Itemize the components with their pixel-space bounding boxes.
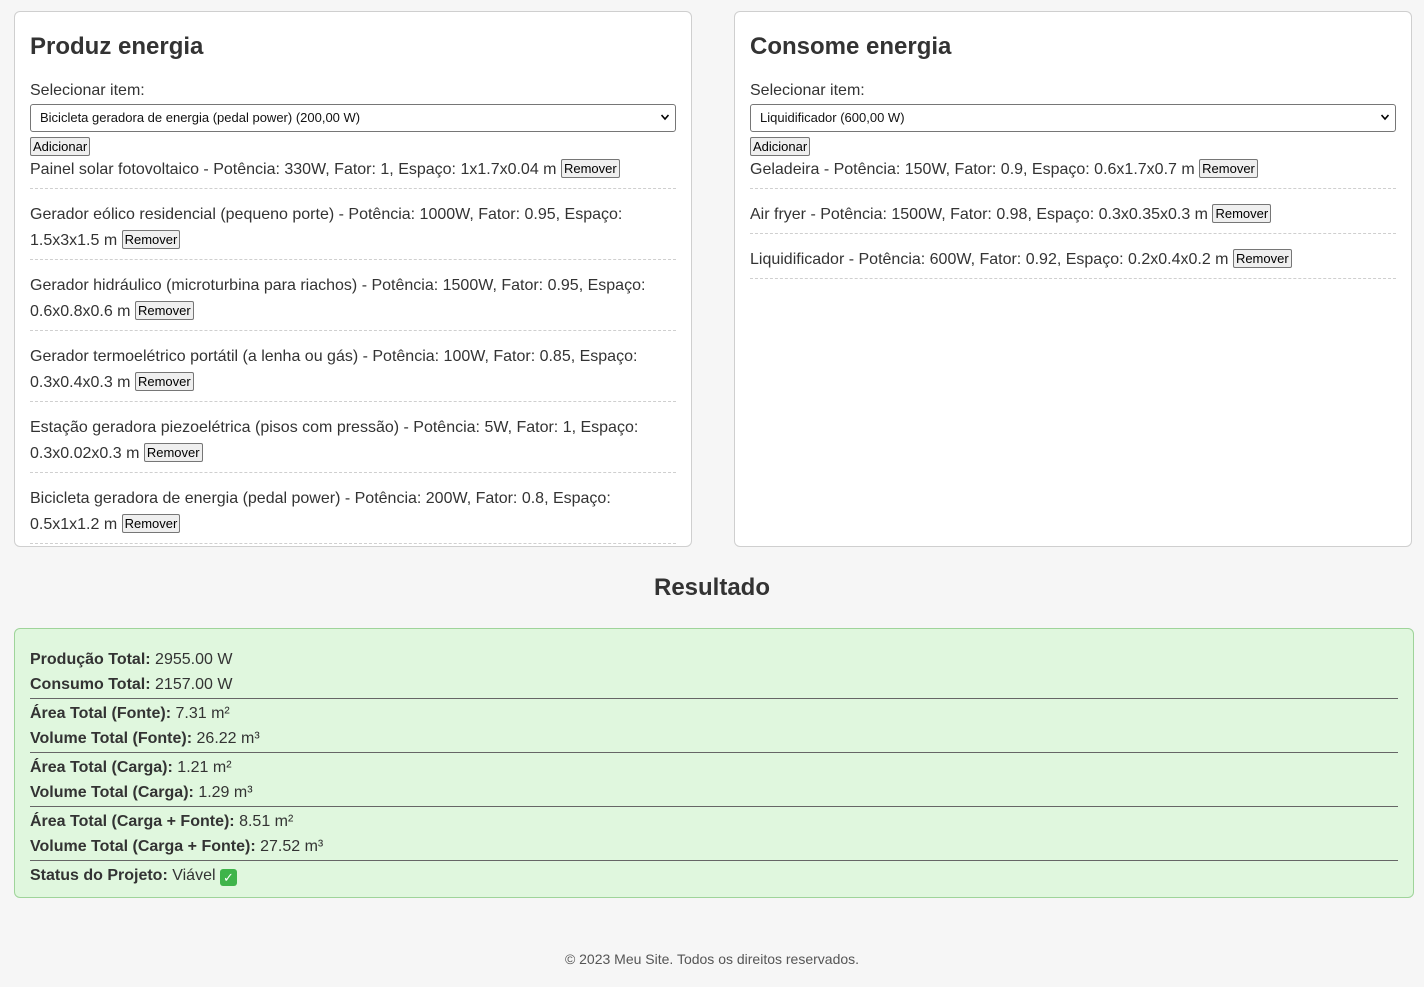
remove-button[interactable]: Remover bbox=[560, 159, 620, 179]
produz-select-label: Selecionar item: bbox=[30, 82, 145, 99]
area-fonte-label: Área Total (Fonte): bbox=[30, 705, 172, 722]
remove-button[interactable]: Remover bbox=[121, 230, 181, 250]
check-mark-icon: ✓ bbox=[219, 869, 237, 886]
area-total-line: Área Total (Carga + Fonte): 8.51 m² bbox=[30, 809, 1398, 834]
volume-fonte-line: Volume Total (Fonte): 26.22 m³ bbox=[30, 726, 1398, 751]
divider bbox=[30, 806, 1398, 807]
area-carga-value: 1.21 m² bbox=[177, 759, 232, 776]
consumo-total-value: 2157.00 W bbox=[155, 676, 233, 693]
list-item: Liquidificador - Potência: 600W, Fator: … bbox=[750, 244, 1396, 279]
area-carga-label: Área Total (Carga): bbox=[30, 759, 173, 776]
volume-fonte-label: Volume Total (Fonte): bbox=[30, 730, 193, 747]
item-description: Gerador termoelétrico portátil (a lenha … bbox=[30, 348, 638, 391]
divider bbox=[30, 752, 1398, 753]
remove-button[interactable]: Remover bbox=[1212, 204, 1272, 224]
area-total-value: 8.51 m² bbox=[239, 813, 294, 830]
list-item: Gerador termoelétrico portátil (a lenha … bbox=[30, 341, 676, 402]
volume-total-label: Volume Total (Carga + Fonte): bbox=[30, 838, 256, 855]
volume-carga-line: Volume Total (Carga): 1.29 m³ bbox=[30, 780, 1398, 805]
item-description: Gerador hidráulico (microturbina para ri… bbox=[30, 277, 646, 320]
chevron-down-icon bbox=[1381, 114, 1389, 121]
list-item: Gerador eólico residencial (pequeno port… bbox=[30, 199, 676, 260]
item-description: Painel solar fotovoltaico - Potência: 33… bbox=[30, 161, 557, 178]
item-description: Gerador eólico residencial (pequeno port… bbox=[30, 206, 623, 249]
produz-item-select[interactable]: Bicicleta geradora de energia (pedal pow… bbox=[30, 104, 676, 132]
status-value: Viável bbox=[172, 867, 216, 884]
volume-total-value: 27.52 m³ bbox=[260, 838, 324, 855]
volume-fonte-value: 26.22 m³ bbox=[196, 730, 260, 747]
item-description: Estação geradora piezoelétrica (pisos co… bbox=[30, 419, 639, 462]
consome-item-list: Geladeira - Potência: 150W, Fator: 0.9, … bbox=[750, 157, 1396, 279]
remove-button[interactable]: Remover bbox=[134, 301, 194, 321]
producao-total-value: 2955.00 W bbox=[155, 651, 233, 668]
consome-select-label: Selecionar item: bbox=[750, 82, 865, 99]
consumo-total-label: Consumo Total: bbox=[30, 676, 151, 693]
remove-button[interactable]: Remover bbox=[121, 514, 181, 534]
list-item: Estação geradora piezoelétrica (pisos co… bbox=[30, 412, 676, 473]
remove-button[interactable]: Remover bbox=[134, 372, 194, 392]
area-fonte-value: 7.31 m² bbox=[175, 705, 230, 722]
item-description: Bicicleta geradora de energia (pedal pow… bbox=[30, 490, 611, 533]
produz-selected-option: Bicicleta geradora de energia (pedal pow… bbox=[40, 110, 361, 125]
remove-button[interactable]: Remover bbox=[1199, 159, 1258, 179]
item-description: Geladeira - Potência: 150W, Fator: 0.9, … bbox=[750, 161, 1195, 178]
footer-copyright: © 2023 Meu Site. Todos os direitos reser… bbox=[564, 951, 860, 967]
resultado-box: Produção Total: 2955.00 W Consumo Total:… bbox=[14, 628, 1414, 898]
area-total-label: Área Total (Carga + Fonte): bbox=[30, 813, 235, 830]
produz-item-list: Painel solar fotovoltaico - Potência: 33… bbox=[30, 157, 676, 544]
divider bbox=[30, 860, 1398, 861]
item-description: Liquidificador - Potência: 600W, Fator: … bbox=[750, 251, 1229, 268]
item-description: Air fryer - Potência: 1500W, Fator: 0.98… bbox=[750, 206, 1208, 223]
status-line: Status do Projeto: Viável ✓ bbox=[30, 863, 1398, 888]
area-fonte-line: Área Total (Fonte): 7.31 m² bbox=[30, 701, 1398, 726]
consome-item-select[interactable]: Liquidificador (600,00 W) bbox=[750, 104, 1396, 132]
volume-total-line: Volume Total (Carga + Fonte): 27.52 m³ bbox=[30, 834, 1398, 859]
status-label: Status do Projeto: bbox=[30, 867, 168, 884]
list-item: Gerador hidráulico (microturbina para ri… bbox=[30, 270, 676, 331]
list-item: Air fryer - Potência: 1500W, Fator: 0.98… bbox=[750, 199, 1396, 234]
list-item: Bicicleta geradora de energia (pedal pow… bbox=[30, 483, 676, 544]
consumo-total-line: Consumo Total: 2157.00 W bbox=[30, 672, 1398, 697]
divider bbox=[30, 698, 1398, 699]
remove-button[interactable]: Remover bbox=[143, 443, 203, 463]
produz-add-button[interactable]: Adicionar bbox=[30, 137, 91, 156]
consome-energia-title: Consome energia bbox=[750, 33, 952, 60]
list-item: Painel solar fotovoltaico - Potência: 33… bbox=[30, 157, 676, 189]
remove-button[interactable]: Remover bbox=[1232, 249, 1292, 269]
consome-add-button[interactable]: Adicionar bbox=[750, 137, 811, 156]
produz-energia-panel: Produz energia Selecionar item: Biciclet… bbox=[14, 11, 692, 547]
consome-selected-option: Liquidificador (600,00 W) bbox=[760, 110, 905, 125]
area-carga-line: Área Total (Carga): 1.21 m² bbox=[30, 755, 1398, 780]
consome-energia-panel: Consome energia Selecionar item: Liquidi… bbox=[734, 11, 1412, 547]
volume-carga-value: 1.29 m³ bbox=[198, 784, 253, 801]
list-item: Geladeira - Potência: 150W, Fator: 0.9, … bbox=[750, 157, 1396, 189]
producao-total-label: Produção Total: bbox=[30, 651, 151, 668]
volume-carga-label: Volume Total (Carga): bbox=[30, 784, 194, 801]
producao-total-line: Produção Total: 2955.00 W bbox=[30, 647, 1398, 672]
produz-energia-title: Produz energia bbox=[30, 33, 204, 60]
resultado-title: Resultado bbox=[653, 574, 770, 601]
chevron-down-icon bbox=[661, 114, 669, 121]
